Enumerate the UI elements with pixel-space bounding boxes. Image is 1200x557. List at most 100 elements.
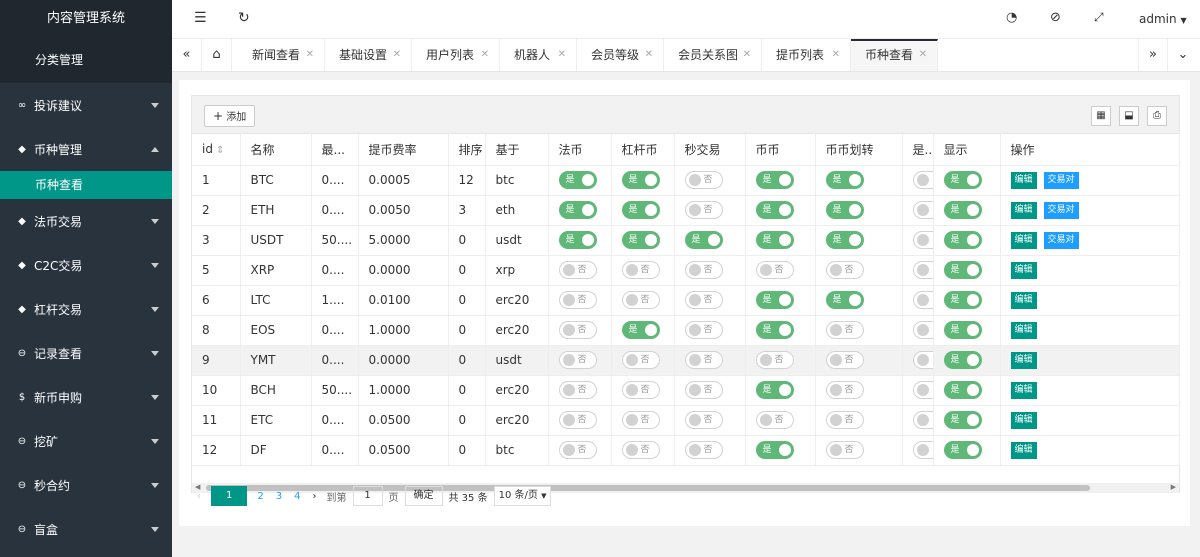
toggle-switch-shi[interactable]	[912, 261, 932, 279]
toggle-switch-miao[interactable]: 否	[684, 441, 723, 459]
prev-page-icon[interactable]: ‹	[197, 491, 201, 502]
tab-scroll-right-icon[interactable]: »	[1138, 39, 1168, 71]
edit-button[interactable]: 编辑	[1010, 381, 1037, 399]
columns-filter-icon[interactable]: ▦	[1091, 106, 1111, 126]
toggle-switch-ganggan[interactable]: 否	[621, 351, 660, 369]
sidebar-child-active[interactable]: 币种查看	[0, 171, 172, 199]
goto-page-input[interactable]: 1	[352, 486, 383, 506]
edit-button[interactable]: 编辑	[1010, 261, 1037, 279]
toggle-switch-show[interactable]: 是	[943, 291, 982, 309]
table-row[interactable]: 9 YMT 0.... 0.0000 0 usdt 否 否 否 否 否 是 编辑	[192, 345, 1180, 376]
tab-5[interactable]: 会员关系图 ✕	[664, 39, 762, 71]
sidebar-item-4[interactable]: ◆ 杠杆交易	[0, 287, 172, 331]
toggle-switch-bibi[interactable]: 是	[755, 201, 794, 219]
tab-0[interactable]: 新闻查看 ✕	[238, 39, 325, 71]
toggle-switch-huazhuan[interactable]: 是	[825, 291, 864, 309]
table-row[interactable]: 12 DF 0.... 0.0500 0 btc 否 否 否 是 否 是 编辑	[192, 435, 1180, 466]
sidebar-item-1[interactable]: ◆ 币种管理	[0, 127, 172, 171]
toggle-switch-miao[interactable]: 否	[684, 411, 723, 429]
toggle-switch-ganggan[interactable]: 是	[621, 321, 660, 339]
toggle-switch-fabi[interactable]: 否	[558, 261, 597, 279]
toggle-switch-ganggan[interactable]: 否	[621, 441, 660, 459]
toggle-switch-ganggan[interactable]: 否	[621, 291, 660, 309]
toggle-switch-shi[interactable]	[912, 291, 932, 309]
toggle-switch-bibi[interactable]: 是	[755, 171, 794, 189]
tab-2[interactable]: 用户列表 ✕	[412, 39, 500, 71]
toggle-switch-show[interactable]: 是	[943, 201, 982, 219]
close-icon[interactable]: ✕	[481, 39, 489, 71]
sidebar-item-6[interactable]: $ 新币申购	[0, 375, 172, 419]
column-header-0[interactable]: id ⇕	[192, 134, 241, 166]
sidebar-item-0[interactable]: ∞ 投诉建议	[0, 83, 172, 127]
toggle-switch-huazhuan[interactable]: 否	[825, 351, 864, 369]
toggle-switch-huazhuan[interactable]: 否	[825, 321, 864, 339]
edit-button[interactable]: 编辑	[1010, 201, 1037, 219]
goto-confirm-button[interactable]: 确定	[404, 486, 443, 506]
tab-4[interactable]: 会员等级 ✕	[577, 39, 664, 71]
edit-button[interactable]: 编辑	[1010, 291, 1037, 309]
sidebar-item-5[interactable]: ⊖ 记录查看	[0, 331, 172, 375]
sidebar-item-2[interactable]: ◆ 法币交易	[0, 199, 172, 243]
edit-button[interactable]: 编辑	[1010, 171, 1037, 189]
toggle-switch-bibi[interactable]: 是	[755, 321, 794, 339]
sidebar-item-category[interactable]: 分类管理	[0, 38, 172, 83]
export-icon[interactable]: ⬓	[1119, 106, 1139, 126]
toggle-switch-fabi[interactable]: 否	[558, 321, 597, 339]
toggle-switch-miao[interactable]: 否	[684, 321, 723, 339]
toggle-switch-bibi[interactable]: 否	[755, 411, 794, 429]
close-icon[interactable]: ✕	[558, 39, 566, 71]
toggle-switch-fabi[interactable]: 否	[558, 411, 597, 429]
toggle-switch-fabi[interactable]: 是	[558, 171, 597, 189]
table-row[interactable]: 5 XRP 0.... 0.0000 0 xrp 否 否 否 否 否 是 编辑	[192, 255, 1180, 286]
toggle-switch-shi[interactable]	[912, 231, 932, 249]
toggle-switch-huazhuan[interactable]: 是	[825, 231, 864, 249]
sidebar-item-9[interactable]: ⊖ 盲盒	[0, 507, 172, 551]
edit-button[interactable]: 编辑	[1010, 351, 1037, 369]
tab-1[interactable]: 基础设置 ✕	[325, 39, 412, 71]
tab-7[interactable]: 币种查看 ✕	[851, 39, 938, 71]
table-row[interactable]: 8 EOS 0.... 1.0000 0 erc20 否 是 否 是 否 是 编辑	[192, 315, 1180, 346]
toggle-switch-fabi[interactable]: 否	[558, 381, 597, 399]
toggle-switch-ganggan[interactable]: 否	[621, 261, 660, 279]
toggle-switch-huazhuan[interactable]: 否	[825, 261, 864, 279]
tab-menu-icon[interactable]: ⌄	[1168, 39, 1198, 71]
toggle-switch-shi[interactable]	[912, 411, 932, 429]
toggle-switch-ganggan[interactable]: 是	[621, 201, 660, 219]
toggle-switch-show[interactable]: 是	[943, 321, 982, 339]
edit-button[interactable]: 编辑	[1010, 231, 1037, 249]
edit-button[interactable]: 编辑	[1010, 441, 1037, 459]
toggle-switch-shi[interactable]	[912, 201, 932, 219]
toggle-switch-miao[interactable]: 否	[684, 201, 723, 219]
close-icon[interactable]: ✕	[393, 39, 401, 71]
sort-icon[interactable]: ⇕	[213, 145, 224, 156]
page-number[interactable]: 4	[294, 491, 300, 502]
home-icon[interactable]: ⌂	[202, 39, 232, 71]
toggle-switch-bibi[interactable]: 否	[755, 351, 794, 369]
toggle-switch-huazhuan[interactable]: 否	[825, 441, 864, 459]
toggle-switch-miao[interactable]: 否	[684, 171, 723, 189]
close-icon[interactable]: ✕	[919, 41, 927, 69]
user-menu[interactable]: admin ▼	[1139, 12, 1187, 26]
table-row[interactable]: 11 ETC 0.... 0.0500 0 erc20 否 否 否 否 否 是 编辑	[192, 405, 1180, 436]
tag-icon[interactable]: ⊘	[1050, 10, 1061, 25]
sidebar-item-3[interactable]: ◆ C2C交易	[0, 243, 172, 287]
toggle-switch-show[interactable]: 是	[943, 351, 982, 369]
close-icon[interactable]: ✕	[645, 39, 653, 71]
toggle-switch-show[interactable]: 是	[943, 441, 982, 459]
toggle-switch-shi[interactable]	[912, 321, 932, 339]
toggle-switch-shi[interactable]	[912, 381, 932, 399]
toggle-switch-fabi[interactable]: 是	[558, 231, 597, 249]
toggle-switch-bibi[interactable]: 是	[755, 291, 794, 309]
toggle-switch-huazhuan[interactable]: 否	[825, 411, 864, 429]
toggle-switch-show[interactable]: 是	[943, 231, 982, 249]
toggle-switch-bibi[interactable]: 是	[755, 441, 794, 459]
toggle-switch-show[interactable]: 是	[943, 381, 982, 399]
table-row[interactable]: 6 LTC 1.... 0.0100 0 erc20 否 否 否 是 是 是 编辑	[192, 285, 1180, 316]
toggle-switch-huazhuan[interactable]: 否	[825, 381, 864, 399]
toggle-switch-fabi[interactable]: 否	[558, 351, 597, 369]
print-icon[interactable]: ⎙	[1147, 106, 1167, 126]
collapse-menu-icon[interactable]: ☰	[194, 10, 207, 26]
page-number[interactable]: 3	[276, 491, 282, 502]
toggle-switch-ganggan[interactable]: 是	[621, 171, 660, 189]
edit-button[interactable]: 编辑	[1010, 411, 1037, 429]
